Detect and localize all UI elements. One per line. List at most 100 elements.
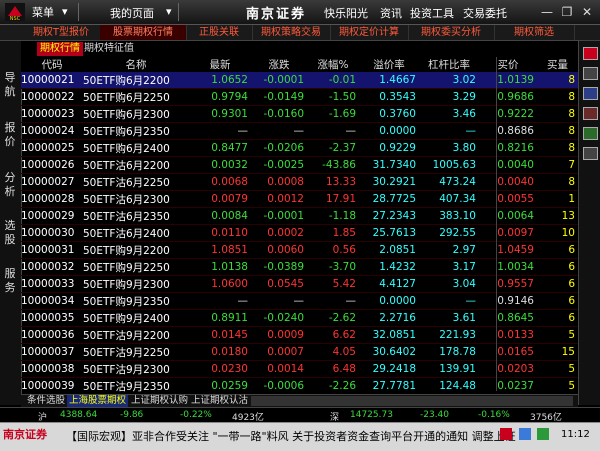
my-page-button[interactable]: 我的页面 — [110, 5, 154, 21]
table-header: 代码 名称 最新 涨跌 涨幅% 溢价率 杠杆比率 买价 买量 — [21, 57, 578, 72]
table-row[interactable]: 10000031 50ETF购9月2200 1.0851 0.0060 0.56 2.08… — [21, 241, 578, 259]
news-menu[interactable]: 资讯 — [380, 5, 402, 21]
function-tab-bar: 期权T型报价 股票期权行情 正股关联 期权策略交易 期权定价计算 期权委买分析 … — [0, 25, 600, 41]
tools-menu[interactable]: 投资工具 — [410, 5, 454, 21]
column-header-pct[interactable]: 涨幅% — [307, 57, 359, 72]
column-header-bid-volume[interactable]: 买量 — [537, 57, 578, 72]
cell-bid: 1.0459 — [479, 241, 537, 259]
cell-bid-volume: 8 — [537, 88, 578, 106]
cell-pct: 0.56 — [307, 241, 359, 259]
bottom-tab-sh-stock-options[interactable]: 上海股票期权 — [67, 395, 129, 407]
sh-index-value: 4388.64 — [60, 410, 98, 420]
table-row[interactable]: 10000026 50ETF沽6月2200 0.0032 -0.0025 -43.86 3… — [21, 156, 578, 174]
cell-bid-volume: 6 — [537, 275, 578, 293]
cell-code: 10000022 — [21, 88, 83, 106]
cell-bid: 0.9146 — [479, 292, 537, 310]
sidebar-item-quotes[interactable]: 报价 — [3, 121, 17, 149]
subtab-option-features[interactable]: 期权特征值 — [81, 42, 137, 56]
connection-icon[interactable] — [537, 428, 549, 440]
cell-premium: 0.0000 — [359, 292, 419, 310]
column-header-leverage[interactable]: 杠杆比率 — [419, 57, 479, 72]
alert-icon[interactable] — [500, 428, 512, 440]
table-row[interactable]: 10000028 50ETF沽6月2300 0.0079 0.0012 17.91 28.… — [21, 190, 578, 208]
table-row[interactable]: 10000038 50ETF沽9月2300 0.0230 0.0014 6.48 29.2… — [21, 360, 578, 378]
subtab-option-quotes[interactable]: 期权行情 — [37, 42, 83, 56]
bottom-tab-sh-put-options[interactable]: 上证期权认沽 — [189, 395, 250, 407]
cell-code: 10000026 — [21, 156, 83, 174]
column-header-last[interactable]: 最新 — [189, 57, 251, 72]
trade-menu[interactable]: 交易委托 — [463, 5, 507, 21]
tab-option-strategy[interactable]: 期权策略交易 — [252, 25, 331, 40]
close-panel-icon[interactable] — [583, 47, 598, 60]
table-row[interactable]: 10000021 50ETF购6月2200 1.0652 -0.0001 -0.01 1.… — [21, 72, 578, 89]
settings-icon[interactable] — [583, 147, 598, 160]
cell-last: 0.0079 — [189, 190, 251, 208]
my-page-dropdown-icon[interactable]: ▾ — [166, 5, 172, 18]
cell-bid: 0.0040 — [479, 173, 537, 191]
minimize-icon[interactable]: — — [540, 5, 554, 19]
table-row[interactable]: 10000030 50ETF沽6月2400 0.0110 0.0002 1.85 25.7… — [21, 224, 578, 242]
cell-code: 10000027 — [21, 173, 83, 191]
menu-button[interactable]: 菜单 — [32, 4, 54, 20]
user-name[interactable]: 快乐阳光 — [324, 5, 368, 21]
tab-option-screener[interactable]: 期权筛选 — [494, 25, 575, 40]
close-icon[interactable]: ✕ — [580, 5, 594, 19]
tab-option-bid-analysis[interactable]: 期权委买分析 — [408, 25, 495, 40]
menu-dropdown-icon[interactable]: ▾ — [62, 5, 68, 18]
cell-pct: 13.33 — [307, 173, 359, 191]
cell-pct: 4.05 — [307, 343, 359, 361]
grid-icon[interactable] — [583, 107, 598, 120]
table-row[interactable]: 10000022 50ETF购6月2250 0.9794 -0.0149 -1.50 0.… — [21, 88, 578, 106]
table-row[interactable]: 10000023 50ETF购6月2300 0.9301 -0.0160 -1.69 0.… — [21, 105, 578, 123]
table-row[interactable]: 10000032 50ETF购9月2250 1.0138 -0.0389 -3.70 1.… — [21, 258, 578, 276]
title-separator — [78, 3, 79, 21]
bottom-tab-sh-call-options[interactable]: 上证期权认购 — [129, 395, 190, 407]
column-header-bid[interactable]: 买价 — [479, 57, 537, 72]
mail-icon[interactable] — [583, 67, 598, 80]
cell-bid: 0.9686 — [479, 88, 537, 106]
maximize-icon[interactable]: ❐ — [560, 5, 574, 19]
tab-option-pricing[interactable]: 期权定价计算 — [330, 25, 409, 40]
cell-premium: 2.0851 — [359, 241, 419, 259]
cell-premium: 0.0000 — [359, 122, 419, 140]
sidebar-item-stock-picking[interactable]: 选股 — [3, 219, 17, 247]
cell-last: 0.0230 — [189, 360, 251, 378]
cell-change: 0.0008 — [251, 173, 307, 191]
tab-option-t-quote[interactable]: 期权T型报价 — [22, 25, 101, 40]
index-bar: 沪 4388.64 -9.86 -0.22% 4923亿 深 14725.73 … — [0, 407, 600, 423]
table-row[interactable]: 10000024 50ETF购6月2350— — —0.0000—0.8686 8 — [21, 122, 578, 140]
table-row[interactable]: 10000027 50ETF沽6月2250 0.0068 0.0008 13.33 30.… — [21, 173, 578, 191]
sidebar-item-services[interactable]: 服务 — [3, 267, 17, 295]
table-row[interactable]: 10000029 50ETF沽6月2350 0.0084 -0.0001 -1.18 27… — [21, 207, 578, 225]
cell-premium: 28.7725 — [359, 190, 419, 208]
horizontal-scrollbar[interactable] — [251, 396, 573, 406]
column-header-code[interactable]: 代码 — [21, 57, 83, 72]
table-row[interactable]: 10000025 50ETF购6月2400 0.8477 -0.0206 -2.37 0.… — [21, 139, 578, 157]
tab-underlying-link[interactable]: 正股关联 — [186, 25, 253, 40]
cell-change: 0.0060 — [251, 241, 307, 259]
column-header-change[interactable]: 涨跌 — [251, 57, 307, 72]
column-header-name[interactable]: 名称 — [83, 57, 189, 72]
cell-bid: 0.0237 — [479, 377, 537, 395]
table-row[interactable]: 10000035 50ETF购9月2400 0.8911 -0.0240 -2.62 2.… — [21, 309, 578, 327]
messages-icon[interactable] — [518, 428, 531, 440]
cell-code: 10000029 — [21, 207, 83, 225]
table-row[interactable]: 10000036 50ETF沽9月2200 0.0145 0.0009 6.62 32.0… — [21, 326, 578, 344]
chart-icon[interactable] — [583, 87, 598, 100]
sidebar-item-analysis[interactable]: 分析 — [3, 171, 17, 199]
cell-premium: 25.7613 — [359, 224, 419, 242]
calculator-icon[interactable] — [583, 127, 598, 140]
cell-bid-volume: 10 — [537, 224, 578, 242]
tab-stock-option-quotes[interactable]: 股票期权行情 — [100, 25, 187, 40]
table-row[interactable]: 10000034 50ETF购9月2350— — —0.0000—0.9146 6 — [21, 292, 578, 310]
cell-code: 10000023 — [21, 105, 83, 123]
table-row[interactable]: 10000037 50ETF沽9月2250 0.0180 0.0007 4.05 30.6… — [21, 343, 578, 361]
bottom-tab-stock-screener[interactable]: 条件选股 — [25, 395, 67, 407]
cell-premium: 0.9229 — [359, 139, 419, 157]
sidebar-item-navigation[interactable]: 导航 — [3, 71, 17, 99]
column-header-premium[interactable]: 溢价率 — [359, 57, 419, 72]
table-row[interactable]: 10000039 50ETF沽9月2350 0.0259 -0.0006 -2.26 27… — [21, 377, 578, 395]
status-bar: 南京证券 【国际宏观】亚非合作受关注 "一带一路"料风 关于投资者资金查询平台开… — [0, 422, 600, 451]
news-ticker[interactable]: 【国际宏观】亚非合作受关注 "一带一路"料风 关于投资者资金查询平台开通的通知 … — [66, 428, 516, 444]
table-row[interactable]: 10000033 50ETF购9月2300 1.0600 0.0545 5.42 4.41… — [21, 275, 578, 293]
